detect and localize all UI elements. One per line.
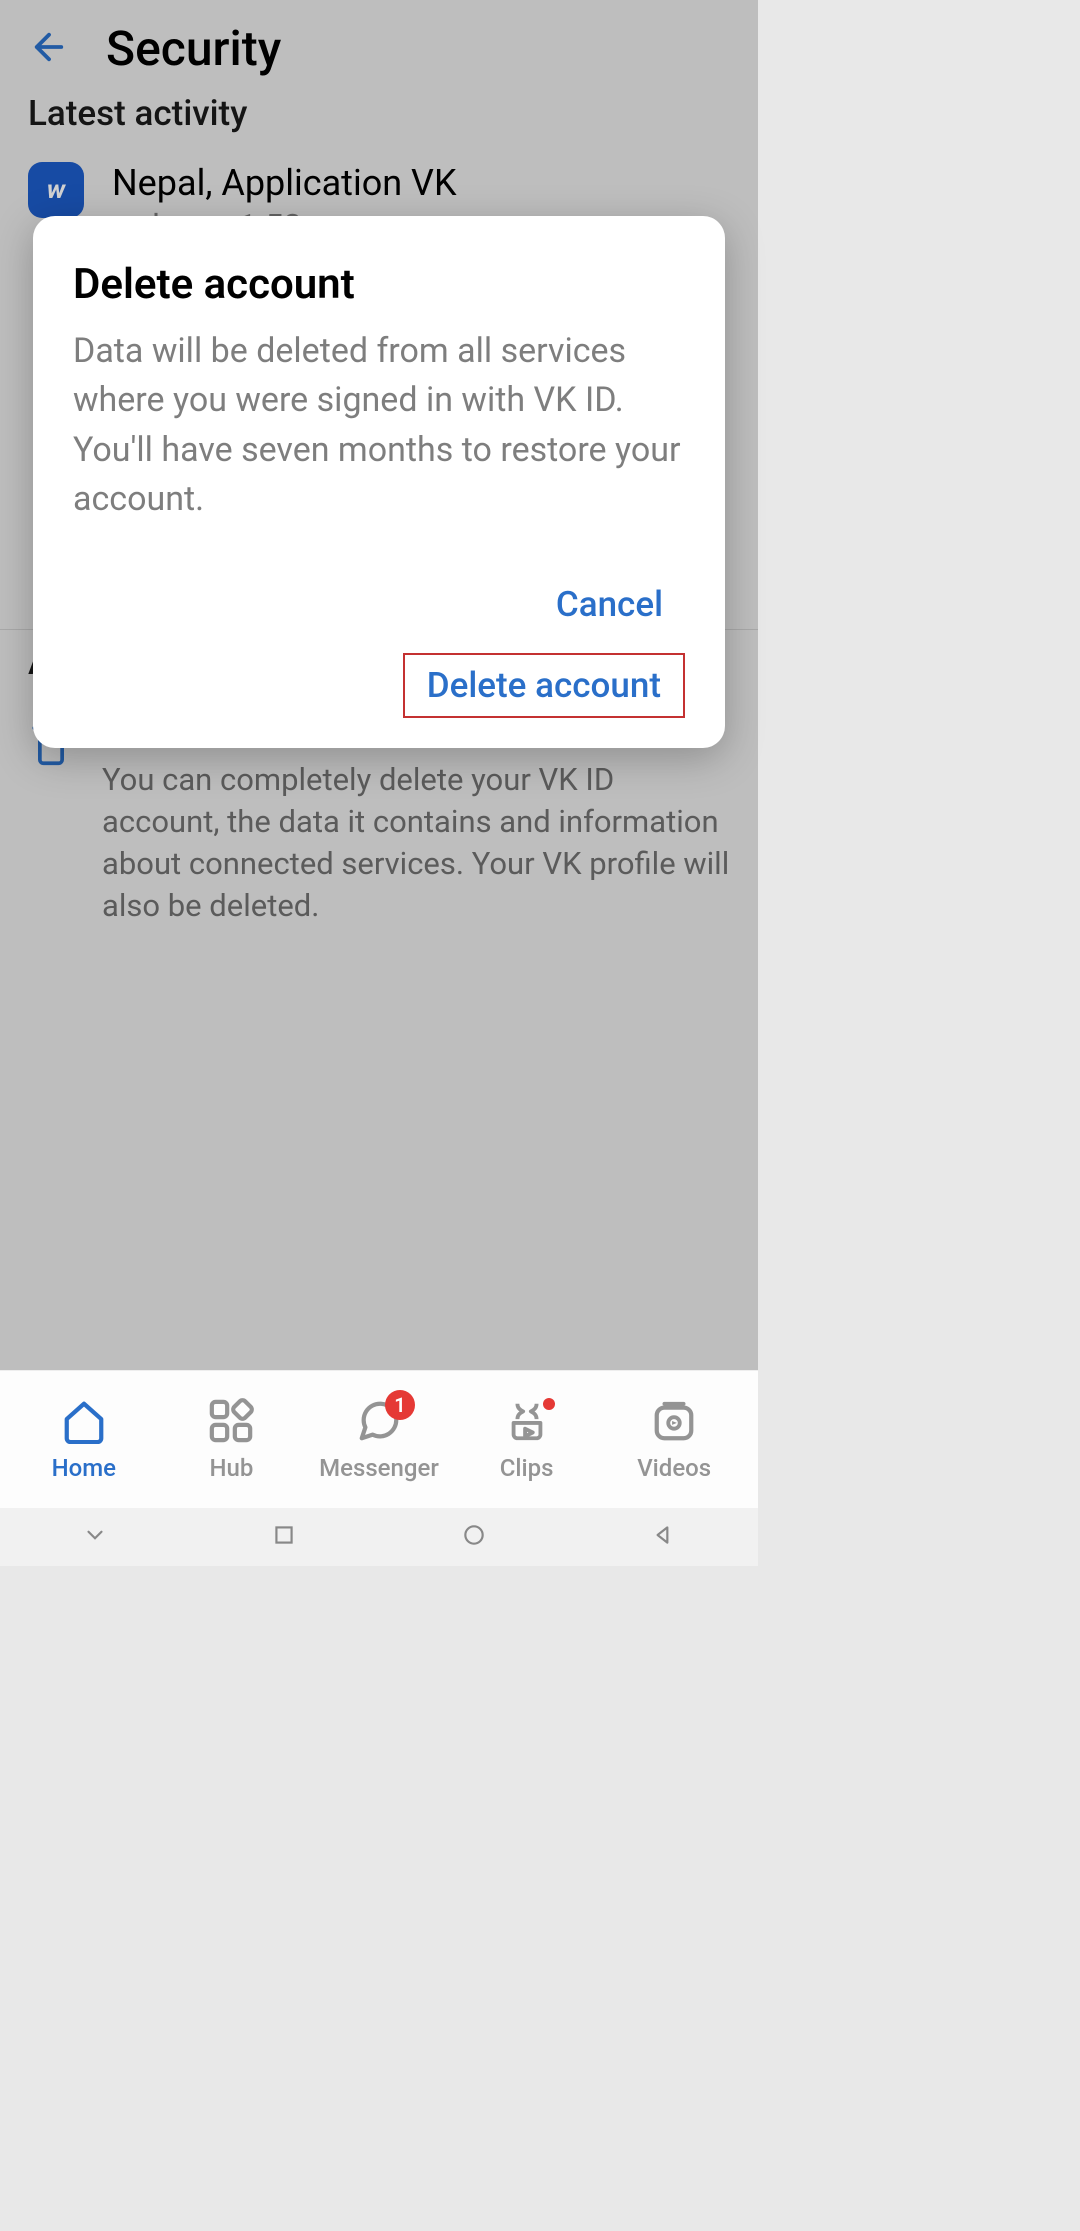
hub-icon [208, 1398, 254, 1448]
nav-messenger-label: Messenger [319, 1454, 439, 1482]
delete-account-dialog: Delete account Data will be deleted from… [33, 216, 725, 748]
home-icon [61, 1398, 107, 1448]
nav-hub-label: Hub [209, 1454, 253, 1482]
nav-messenger[interactable]: 1 Messenger [305, 1398, 453, 1482]
nav-hub[interactable]: Hub [158, 1398, 306, 1482]
videos-icon [651, 1398, 697, 1448]
sys-back-icon[interactable] [650, 1522, 676, 1552]
nav-home-label: Home [52, 1454, 116, 1482]
nav-videos[interactable]: Videos [600, 1398, 748, 1482]
messenger-badge: 1 [385, 1390, 415, 1420]
nav-clips[interactable]: Clips [453, 1398, 601, 1482]
sys-recent-icon[interactable] [271, 1522, 297, 1552]
dialog-body: Data will be deleted from all services w… [73, 327, 685, 524]
clips-notification-dot [543, 1398, 555, 1410]
sys-dropdown-icon[interactable] [82, 1522, 108, 1552]
cancel-button[interactable]: Cancel [534, 576, 685, 633]
nav-home[interactable]: Home [10, 1398, 158, 1482]
delete-account-button[interactable]: Delete account [403, 653, 685, 718]
system-nav-bar [0, 1508, 758, 1566]
bottom-nav: Home Hub 1 Messenger Clips Videos [0, 1370, 758, 1508]
sys-home-icon[interactable] [461, 1522, 487, 1552]
nav-videos-label: Videos [637, 1454, 711, 1482]
nav-clips-label: Clips [500, 1454, 554, 1482]
dialog-title: Delete account [73, 260, 685, 309]
